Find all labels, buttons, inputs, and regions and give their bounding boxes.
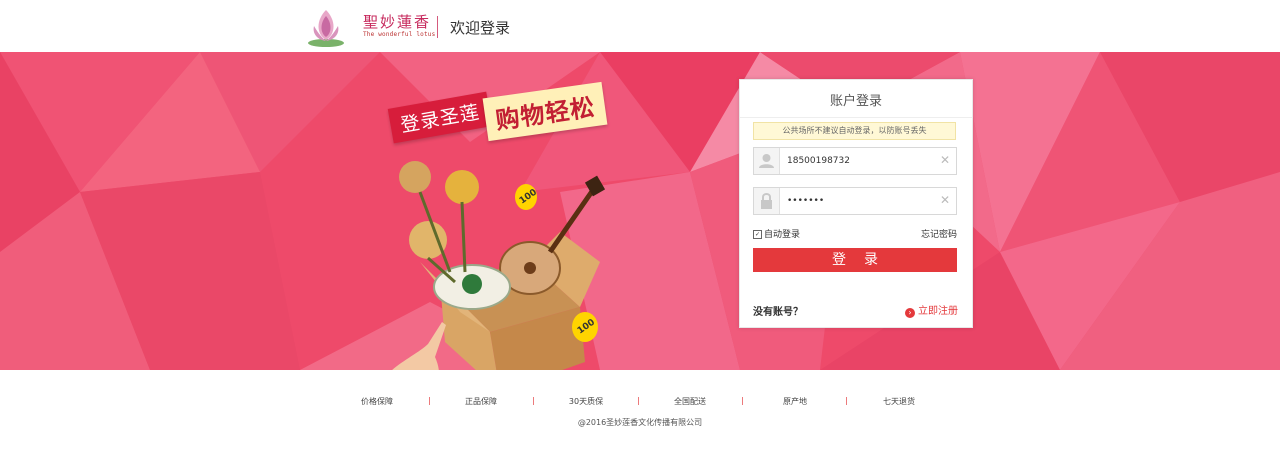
logo-text: 聖妙蓮香 <box>363 13 432 31</box>
user-icon <box>754 148 780 174</box>
auto-login-checkbox[interactable]: ✓ 自动登录 <box>753 227 800 240</box>
no-account-label: 没有账号？ <box>753 307 803 318</box>
footer-link-warranty[interactable]: 30天质保 <box>569 396 603 407</box>
login-button[interactable]: 登录 <box>753 248 957 272</box>
footer-link-price[interactable]: 价格保障 <box>361 396 393 407</box>
forgot-password-link[interactable]: 忘记密码 <box>921 227 957 240</box>
auto-login-label: 自动登录 <box>764 230 801 240</box>
checkbox-check-icon[interactable]: ✓ <box>753 230 762 239</box>
login-title: 账户登录 <box>829 94 882 109</box>
page-title: 欢迎登录 <box>450 19 511 37</box>
login-notice: 公共场所不建议自动登录，以防账号丢失 <box>753 122 956 140</box>
chevron-right-icon: › <box>905 308 915 318</box>
header-divider <box>437 16 438 38</box>
gift-box-illustration <box>392 161 606 370</box>
banner: 登录圣莲 购物轻松 100 100 <box>0 52 1280 370</box>
lock-icon <box>754 188 780 214</box>
footer-separator: | <box>428 396 431 405</box>
footer-separator: | <box>637 396 640 405</box>
login-divider <box>740 117 972 118</box>
footer-link-origin[interactable]: 原产地 <box>783 396 807 407</box>
login-options: ✓ 自动登录 忘记密码 <box>753 227 957 240</box>
header: 聖妙蓮香 The wonderful lotus 欢迎登录 <box>0 0 1280 52</box>
footer-separator: | <box>532 396 535 405</box>
clear-password-icon[interactable]: ✕ <box>940 194 950 206</box>
lotus-logo-icon[interactable] <box>306 6 346 48</box>
footer-separator: | <box>741 396 744 405</box>
username-field[interactable]: ✕ <box>753 147 957 175</box>
password-field[interactable]: ✕ <box>753 187 957 215</box>
promo-illustration: 登录圣莲 购物轻松 100 100 <box>380 81 650 370</box>
footer-link-genuine[interactable]: 正品保障 <box>465 396 497 407</box>
register-link[interactable]: › 立即注册 <box>905 302 958 318</box>
register-label: 立即注册 <box>918 306 958 317</box>
footer-links: 价格保障 | 正品保障 | 30天质保 | 全国配送 | 原产地 | 七天退货 <box>0 396 1280 408</box>
logo-subtext: The wonderful lotus <box>363 31 436 38</box>
clear-username-icon[interactable]: ✕ <box>940 154 950 166</box>
username-input[interactable] <box>787 153 927 169</box>
footer-link-returns[interactable]: 七天退货 <box>883 396 915 407</box>
password-input[interactable] <box>787 193 927 209</box>
copyright: @2016圣妙莲香文化传播有限公司 <box>577 418 703 427</box>
footer-separator: | <box>845 396 848 405</box>
login-panel: 账户登录 公共场所不建议自动登录，以防账号丢失 ✕ ✕ ✓自动登录 忘记密码 登… <box>739 79 973 328</box>
footer-link-delivery[interactable]: 全国配送 <box>674 396 706 407</box>
